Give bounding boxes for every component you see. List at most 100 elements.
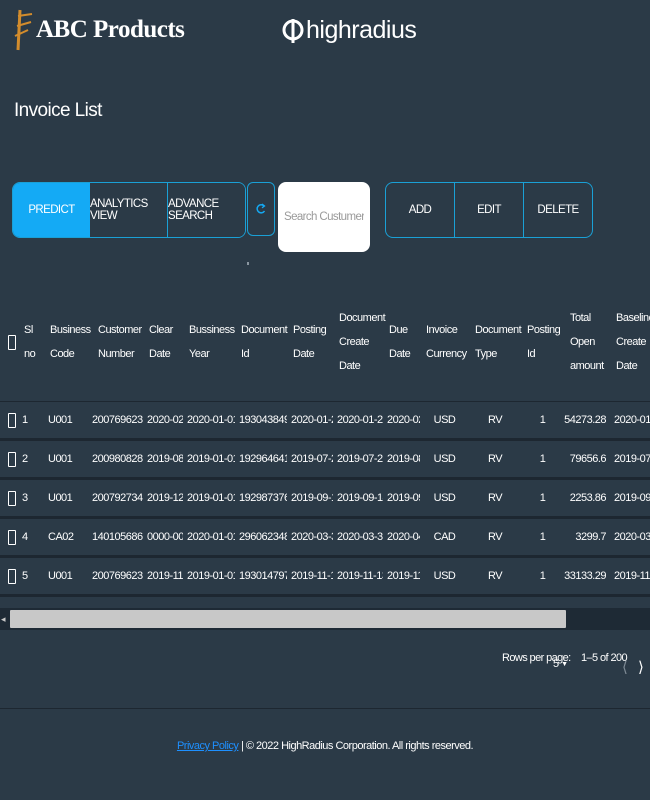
brand: ABC Products: [12, 8, 185, 52]
highradius-logo-icon: [282, 18, 304, 43]
cell-posting-date: 2019-09-14: [287, 478, 333, 519]
brand-name: ABC Products: [36, 16, 185, 43]
copyright-text: | © 2022 HighRadius Corporation. All rig…: [238, 740, 474, 752]
table-row[interactable]: 3 U001 200792734 2019-12-30 2019-01-01 1…: [0, 478, 650, 519]
cell-posting-id: 1: [521, 478, 564, 519]
cell-document-id: 1930147974: [235, 556, 287, 597]
cell-business-year: 2020-01-01: [183, 517, 235, 558]
cell-document-create-date: 2019-11-13: [333, 556, 383, 597]
column-header-posting-id[interactable]: Posting Id: [521, 283, 564, 402]
predict-button[interactable]: PREDICT: [13, 183, 90, 237]
cell-clear-date: 2019-08-08: [143, 439, 183, 480]
cell-document-type: RV: [469, 401, 521, 441]
highradius-logo: highradius: [282, 16, 417, 45]
cell-customer-number: 200769623: [92, 401, 143, 441]
cell-clear-date: 2020-02-11: [143, 401, 183, 441]
rows-per-page-select[interactable]: 5 ▼: [553, 658, 568, 670]
refresh-button[interactable]: [247, 182, 275, 236]
cell-baseline-create-date: 2020-03-31: [610, 517, 650, 558]
cell-business-year: 2019-01-01: [183, 556, 235, 597]
highradius-wordmark: highradius: [306, 16, 417, 44]
analytics-view-button[interactable]: ANALYTICS VIEW: [90, 183, 168, 237]
page-title: Invoice List: [14, 100, 102, 121]
cell-posting-id: 1: [521, 556, 564, 597]
top-bar: ABC Products highradius: [0, 0, 650, 78]
row-checkbox[interactable]: [8, 490, 16, 506]
cell-document-id: 1929646410: [235, 439, 287, 480]
column-header-document-id[interactable]: Document Id: [235, 283, 288, 402]
header-row: Sl no Business Code Customer Number Clea…: [0, 283, 650, 402]
table-row[interactable]: 4 CA02 140105686 0000-00-00 2020-01-01 2…: [0, 517, 650, 558]
cell-sl-no: 3: [18, 478, 44, 519]
cell-posting-id: 1: [521, 439, 564, 480]
table-row[interactable]: 2 U001 200980828 2019-08-08 2019-01-01 1…: [0, 439, 650, 480]
cell-customer-number: 200980828: [92, 439, 143, 480]
cell-customer-number: 200792734: [92, 478, 143, 519]
previous-page-button[interactable]: ⟨: [622, 658, 628, 676]
advance-search-button[interactable]: ADVANCE SEARCH: [168, 183, 245, 237]
cell-posting-id: 1: [521, 401, 564, 441]
privacy-policy-link[interactable]: Privacy Policy: [177, 740, 239, 752]
row-checkbox[interactable]: [8, 412, 16, 428]
cell-business-code: U001: [44, 478, 92, 519]
cell-customer-number: 140105686: [92, 517, 143, 558]
cell-clear-date: 0000-00-00: [143, 517, 183, 558]
cell-posting-date: 2020-03-30: [287, 517, 333, 558]
column-header-sl-no[interactable]: Sl no: [18, 283, 44, 402]
cell-sl-no: 1: [18, 401, 44, 441]
table-row[interactable]: 1 U001 200769623 2020-02-11 2020-01-01 1…: [0, 401, 650, 441]
view-button-group: PREDICT ANALYTICS VIEW ADVANCE SEARCH: [12, 182, 246, 238]
cell-business-year: 2020-01-01: [183, 401, 235, 441]
page-range: 1–5 of 200: [581, 652, 628, 664]
cell-invoice-currency: CAD: [420, 517, 469, 558]
footer: Privacy Policy | © 2022 HighRadius Corpo…: [0, 740, 650, 752]
column-header-invoice-currency[interactable]: Invoice Currency: [420, 283, 469, 402]
cell-business-year: 2019-01-01: [183, 478, 235, 519]
column-header-posting-date[interactable]: Posting Date: [287, 283, 333, 402]
delete-button[interactable]: DELETE: [524, 183, 592, 237]
cell-invoice-currency: USD: [420, 439, 469, 480]
invoice-grid: Sl no Business Code Customer Number Clea…: [0, 283, 650, 628]
column-header-customer-number[interactable]: Customer Number: [92, 283, 143, 402]
search-customer-input[interactable]: [278, 182, 370, 252]
column-header-baseline-create-date[interactable]: Baseline Create Date: [610, 283, 650, 402]
cell-document-id: 1929873765: [235, 478, 287, 519]
edit-button[interactable]: EDIT: [455, 183, 524, 237]
cell-business-year: 2019-01-01: [183, 439, 235, 480]
cell-clear-date: 2019-12-30: [143, 478, 183, 519]
cell-baseline-create-date: 2019-07-22: [610, 439, 650, 480]
cell-document-type: RV: [469, 556, 521, 597]
row-checkbox[interactable]: [8, 529, 16, 545]
cell-invoice-currency: USD: [420, 401, 469, 441]
row-checkbox[interactable]: [8, 568, 16, 584]
scroll-left-icon[interactable]: ◂: [1, 614, 6, 625]
cell-clear-date: 2019-11-25: [143, 556, 183, 597]
horizontal-scrollbar[interactable]: ◂: [0, 608, 650, 630]
column-header-business-year[interactable]: Bussiness Year: [183, 283, 235, 402]
cell-total-open-amount: 3299.7: [564, 517, 610, 558]
row-checkbox[interactable]: [8, 451, 16, 467]
cell-due-date: 2019-11-28: [383, 556, 420, 597]
cell-document-type: RV: [469, 478, 521, 519]
cell-document-create-date: 2019-07-22: [333, 439, 383, 480]
cell-document-type: RV: [469, 517, 521, 558]
column-header-due-date[interactable]: Due Date: [383, 283, 420, 402]
cell-due-date: 2019-09-29: [383, 478, 420, 519]
next-page-button[interactable]: ⟩: [638, 658, 644, 676]
cell-total-open-amount: 54273.28: [564, 401, 610, 441]
column-header-business-code[interactable]: Business Code: [44, 283, 92, 402]
cell-document-id: 2960623488: [235, 517, 287, 558]
column-header-total-open-amount[interactable]: Total Open amount: [564, 283, 610, 402]
refresh-icon: [256, 203, 266, 214]
select-all-checkbox[interactable]: [8, 334, 16, 350]
add-button[interactable]: ADD: [386, 183, 455, 237]
cell-sl-no: 2: [18, 439, 44, 480]
column-header-document-create-date[interactable]: Document Create Date: [333, 283, 386, 402]
cell-due-date: 2020-02-10: [383, 401, 420, 441]
scrollbar-thumb[interactable]: [10, 610, 566, 628]
cell-invoice-currency: USD: [420, 556, 469, 597]
column-header-clear-date[interactable]: Clear Date: [143, 283, 183, 402]
divider: [247, 262, 249, 265]
column-header-document-type[interactable]: Document Type: [469, 283, 522, 402]
table-row[interactable]: 5 U001 200769623 2019-11-25 2019-01-01 1…: [0, 556, 650, 597]
